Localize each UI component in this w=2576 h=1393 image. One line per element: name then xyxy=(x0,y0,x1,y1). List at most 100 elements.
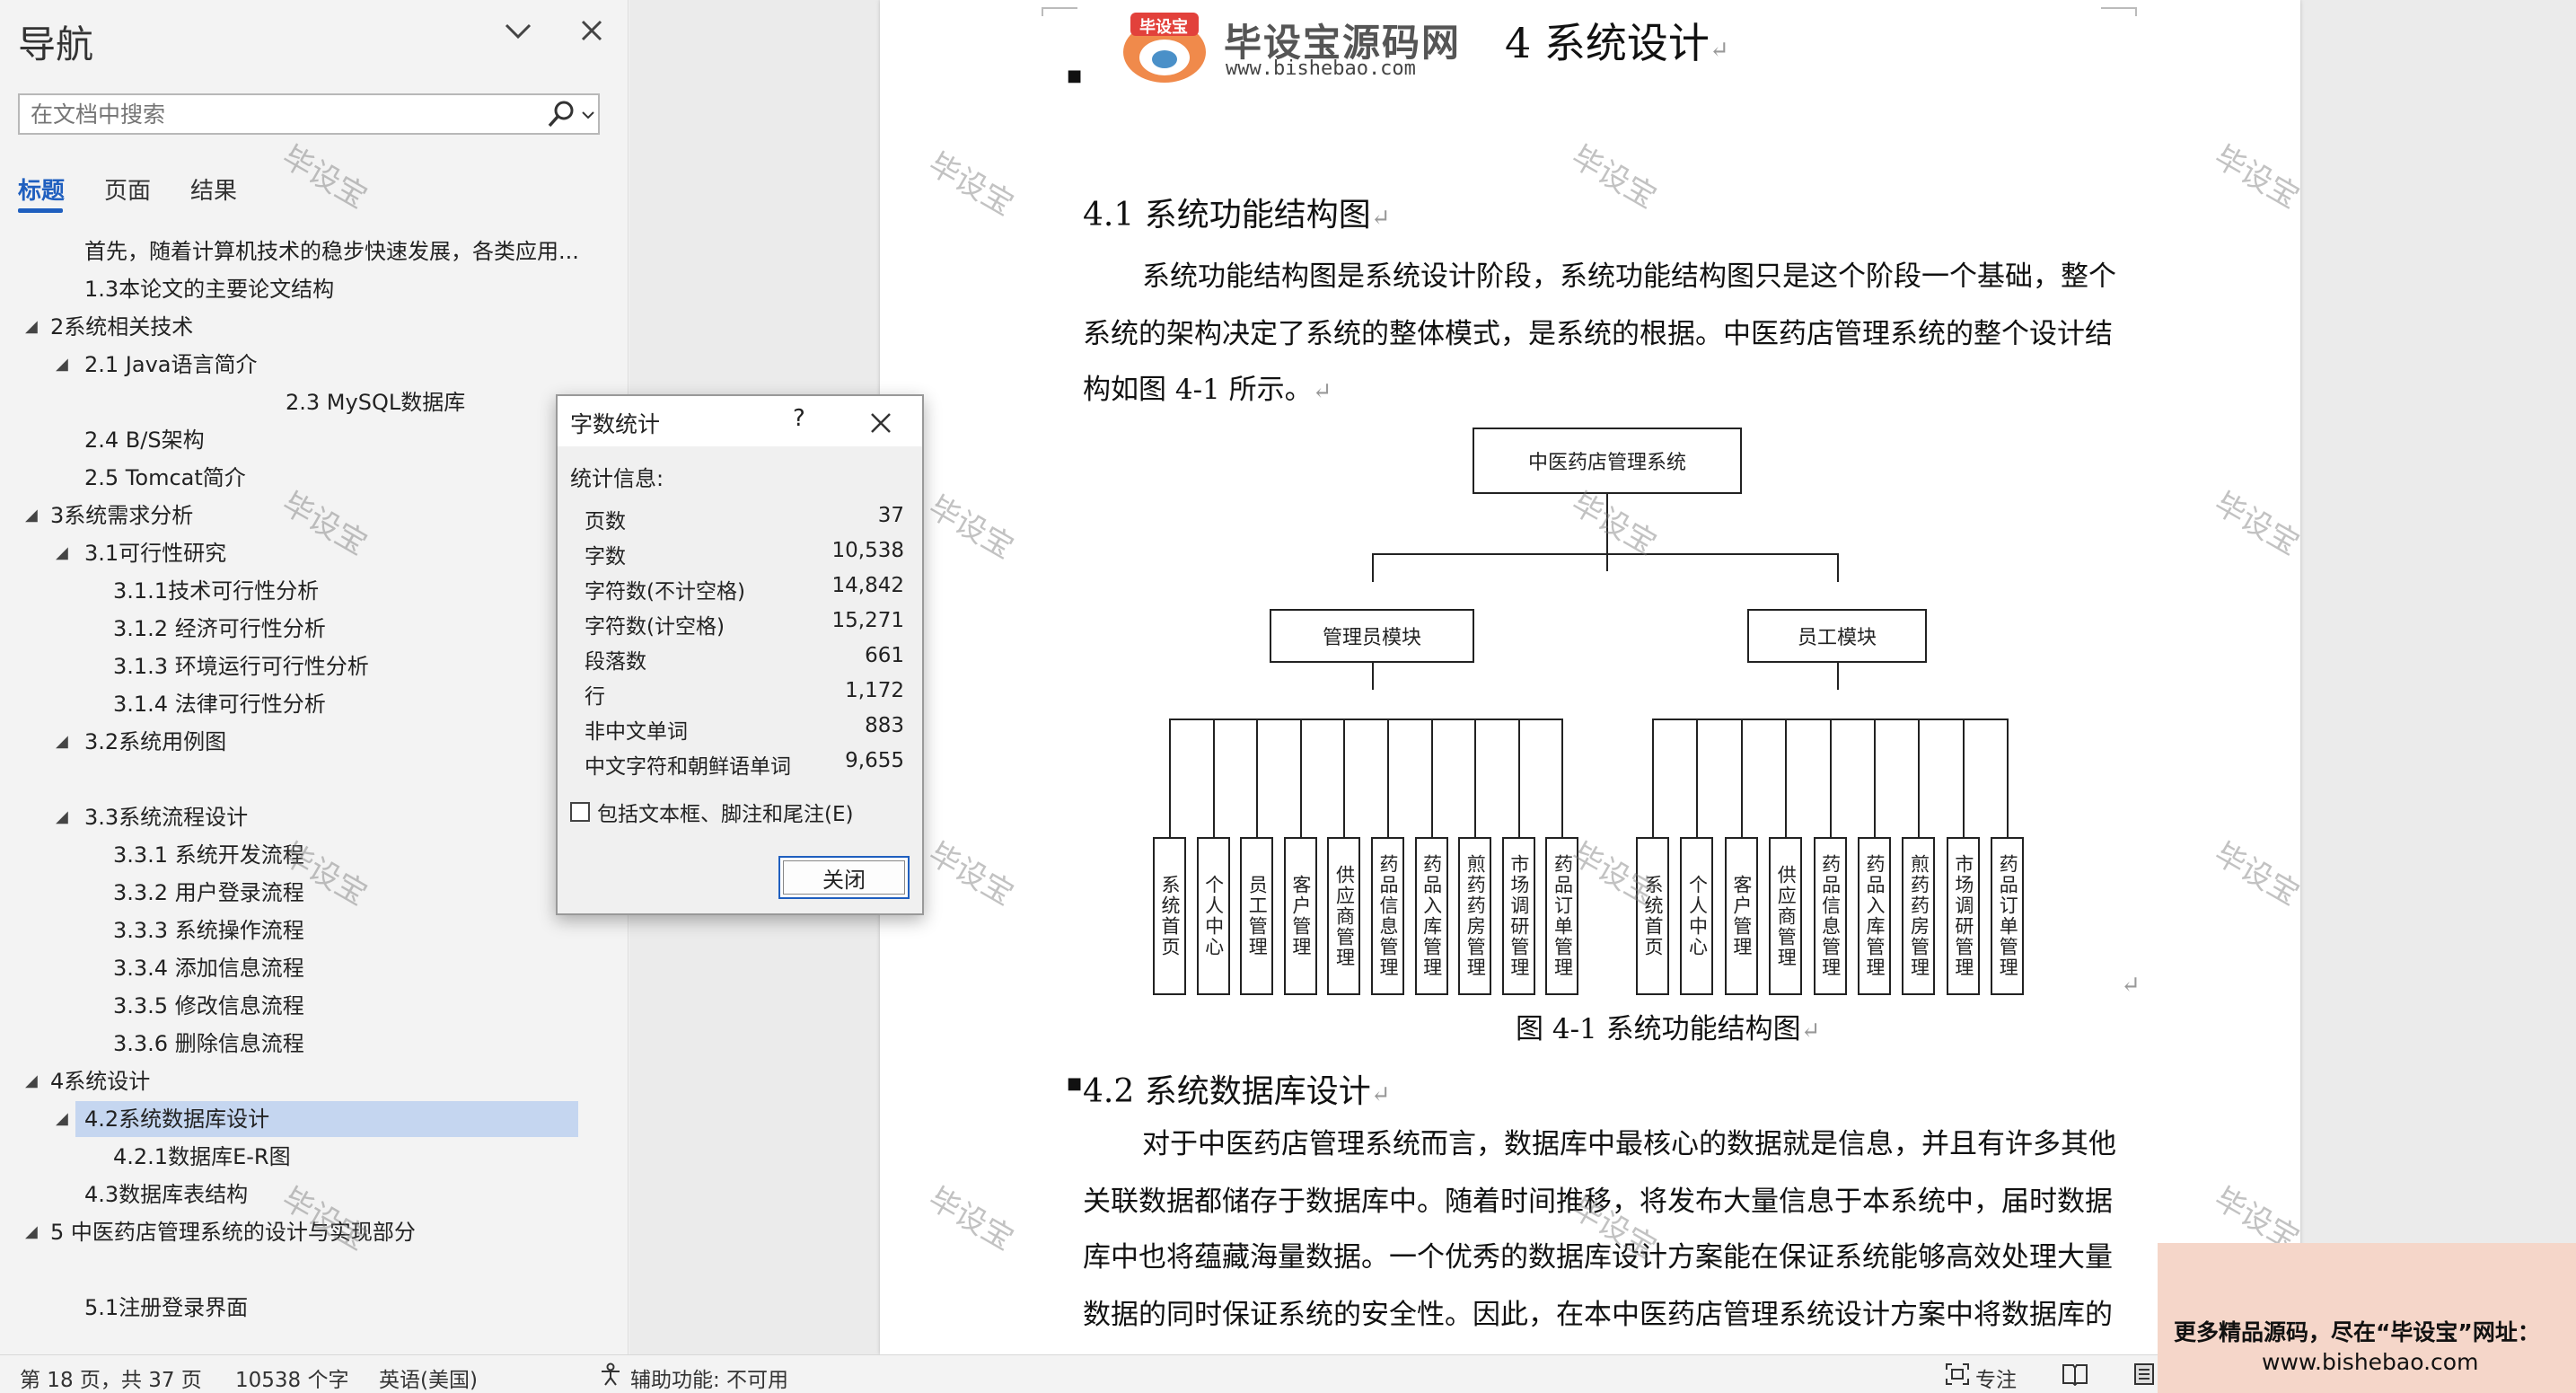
diagram-leaf-node: 系统首页 xyxy=(1636,837,1669,995)
read-mode-icon[interactable] xyxy=(2062,1362,2088,1391)
paragraph-line: 系统功能结构图是系统设计阶段，系统功能结构图只是这个阶段一个基础，整个 xyxy=(1142,260,2116,293)
logo-url: www.bishebao.com xyxy=(1226,57,1416,80)
heading-item[interactable]: ◢ 2.1 Java语言简介 xyxy=(0,347,611,383)
stat-label: 页数 xyxy=(585,510,626,533)
heading-item[interactable]: 2.4 B/S架构 xyxy=(0,422,611,458)
expand-triangle-icon[interactable]: ◢ xyxy=(56,347,68,383)
connector-line xyxy=(1387,719,1389,837)
connector-line xyxy=(1652,719,1654,837)
stat-label: 字符数(计空格) xyxy=(585,615,725,639)
language-status[interactable]: 英语(美国) xyxy=(379,1362,478,1393)
nav-close-icon[interactable] xyxy=(578,16,605,52)
close-icon[interactable] xyxy=(868,401,893,443)
stat-row: 字符数(计空格) 15,271 xyxy=(585,609,904,643)
expand-triangle-icon[interactable]: ◢ xyxy=(56,724,68,760)
heading-item[interactable] xyxy=(0,762,611,798)
focus-icon[interactable] xyxy=(1945,1362,1970,1391)
promo-banner[interactable]: 更多精品源码，尽在“毕设宝”网址： www.bishebao.com xyxy=(2158,1243,2576,1393)
heading-item-label: 首先，随着计算机技术的稳步快速发展，各类应用... xyxy=(84,239,579,264)
heading-item[interactable]: 2.5 Tomcat简介 xyxy=(0,460,611,496)
tab-headings[interactable]: 标题 xyxy=(18,172,65,206)
heading-item-label: 3.3.2 用户登录流程 xyxy=(113,880,304,905)
tab-pages[interactable]: 页面 xyxy=(104,172,151,206)
figure-caption-text: 图 4-1 系统功能结构图 xyxy=(1516,1013,1801,1045)
heading-item[interactable]: 3.1.4 法律可行性分析 xyxy=(0,686,611,722)
accessibility-status[interactable]: 辅助功能: 不可用 xyxy=(630,1362,788,1393)
heading-item[interactable]: 首先，随着计算机技术的稳步快速发展，各类应用... xyxy=(0,234,611,269)
diagram-admin-node: 管理员模块 xyxy=(1270,609,1474,663)
focus-mode-button[interactable]: 专注 xyxy=(1975,1362,2017,1393)
heading-item[interactable]: 3.3.3 系统操作流程 xyxy=(0,913,611,948)
diagram-leaf-node: 客户管理 xyxy=(1724,837,1758,995)
heading-item-label: 3.3.4 添加信息流程 xyxy=(113,956,304,981)
heading-item[interactable]: 2.3 MySQL数据库 xyxy=(0,384,611,420)
nav-options-chevron-icon[interactable] xyxy=(503,16,533,52)
search-box[interactable] xyxy=(18,93,600,135)
heading-item[interactable]: 3.3.6 删除信息流程 xyxy=(0,1026,611,1062)
expand-triangle-icon[interactable]: ◢ xyxy=(25,498,38,533)
expand-triangle-icon[interactable]: ◢ xyxy=(56,799,68,835)
diagram-leaf-node: 煎药药房管理 xyxy=(1458,837,1492,995)
page-count-status[interactable]: 第 18 页，共 37 页 xyxy=(20,1362,202,1393)
heading-item[interactable]: 5.1注册登录界面 xyxy=(0,1290,611,1326)
connector-line xyxy=(1561,719,1564,837)
connector-line xyxy=(1212,719,1215,837)
heading-item-label: 3.1.2 经济可行性分析 xyxy=(113,616,326,641)
heading-item[interactable]: 3.3.4 添加信息流程 xyxy=(0,950,611,986)
connector-line xyxy=(1256,719,1259,837)
stat-row: 页数 37 xyxy=(585,504,904,538)
heading-item[interactable]: 1.3本论文的主要论文结构 xyxy=(0,271,611,307)
heading-item[interactable]: 3.1.2 经济可行性分析 xyxy=(0,611,611,647)
expand-triangle-icon[interactable]: ◢ xyxy=(56,1101,68,1137)
heading-item[interactable]: ◢ 3.1可行性研究 xyxy=(0,535,611,571)
heading-item[interactable]: 4.2.1数据库E-R图 xyxy=(0,1139,611,1175)
heading-item[interactable]: 3.3.5 修改信息流程 xyxy=(0,988,611,1024)
heading-item[interactable]: 3.3.2 用户登录流程 xyxy=(0,875,611,911)
connector-line xyxy=(1169,719,1564,720)
expand-triangle-icon[interactable]: ◢ xyxy=(25,1214,38,1250)
stat-label: 行 xyxy=(585,685,605,709)
promo-line-1: 更多精品源码，尽在“毕设宝”网址： xyxy=(2174,1319,2540,1345)
diagram-leaf-node: 药品信息管理 xyxy=(1371,837,1404,995)
diagram-leaf-node: 药品入库管理 xyxy=(1858,837,1891,995)
heading-item-label: 4.2.1数据库E-R图 xyxy=(113,1144,291,1169)
heading-item-label: 4.3数据库表结构 xyxy=(84,1182,249,1207)
heading-item-label: 2.3 MySQL数据库 xyxy=(286,390,466,415)
paragraph-line: 对于中医药店管理系统而言，数据库中最核心的数据就是信息，并且有许多其他 xyxy=(1142,1128,2116,1160)
heading-item[interactable]: ◢ 4.2系统数据库设计 xyxy=(0,1101,611,1137)
expand-triangle-icon[interactable]: ◢ xyxy=(56,535,68,571)
connector-line xyxy=(1606,494,1608,571)
dialog-titlebar[interactable]: 字数统计 ? xyxy=(558,396,922,446)
heading-item-label: 5 中医药店管理系统的设计与实现部分 xyxy=(50,1220,416,1245)
dialog-title: 字数统计 xyxy=(570,411,661,437)
close-button[interactable]: 关闭 xyxy=(778,856,910,899)
tab-results[interactable]: 结果 xyxy=(190,172,237,206)
heading-item[interactable]: ◢ 5 中医药店管理系统的设计与实现部分 xyxy=(0,1214,611,1250)
site-logo: 毕设宝 毕设宝源码网 www.bishebao.com xyxy=(1118,5,1459,90)
heading-item[interactable]: ◢ 3.2系统用例图 xyxy=(0,724,611,760)
print-layout-icon[interactable] xyxy=(2133,1362,2155,1391)
heading-item[interactable] xyxy=(0,1252,611,1288)
heading-item[interactable]: ◢ 3系统需求分析 xyxy=(0,498,611,533)
heading-item[interactable]: 4.3数据库表结构 xyxy=(0,1177,611,1212)
word-count-status[interactable]: 10538 个字 xyxy=(235,1362,348,1393)
word-count-dialog[interactable]: 字数统计 ? 统计信息: 页数 37 字数 10,538 字符数(不计空格) 14,842… xyxy=(556,394,924,915)
expand-triangle-icon[interactable]: ◢ xyxy=(25,1063,38,1099)
search-icon[interactable] xyxy=(546,99,576,133)
search-dropdown-icon[interactable] xyxy=(582,106,594,123)
include-textbox-checkbox[interactable]: 包括文本框、脚注和尾注(E) xyxy=(570,797,853,827)
heading-item[interactable]: ◢ 2系统相关技术 xyxy=(0,309,611,345)
heading-item[interactable]: 3.1.1技术可行性分析 xyxy=(0,573,611,609)
heading-item[interactable]: ◢ 3.3系统流程设计 xyxy=(0,799,611,835)
accessibility-icon[interactable] xyxy=(598,1362,623,1391)
expand-triangle-icon[interactable]: ◢ xyxy=(25,309,38,345)
heading-item[interactable]: 3.1.3 环境运行可行性分析 xyxy=(0,648,611,684)
help-icon[interactable]: ? xyxy=(793,405,805,432)
section-heading-4-2: 4.2 系统数据库设计↵ xyxy=(1083,1065,1391,1112)
heading-item-label: 3.3.5 修改信息流程 xyxy=(113,993,304,1018)
stat-row: 行 1,172 xyxy=(585,679,904,713)
heading-item[interactable]: 3.3.1 系统开发流程 xyxy=(0,837,611,873)
checkbox-box[interactable] xyxy=(570,802,590,822)
heading-item[interactable]: ◢ 4系统设计 xyxy=(0,1063,611,1099)
search-input[interactable] xyxy=(20,95,523,133)
